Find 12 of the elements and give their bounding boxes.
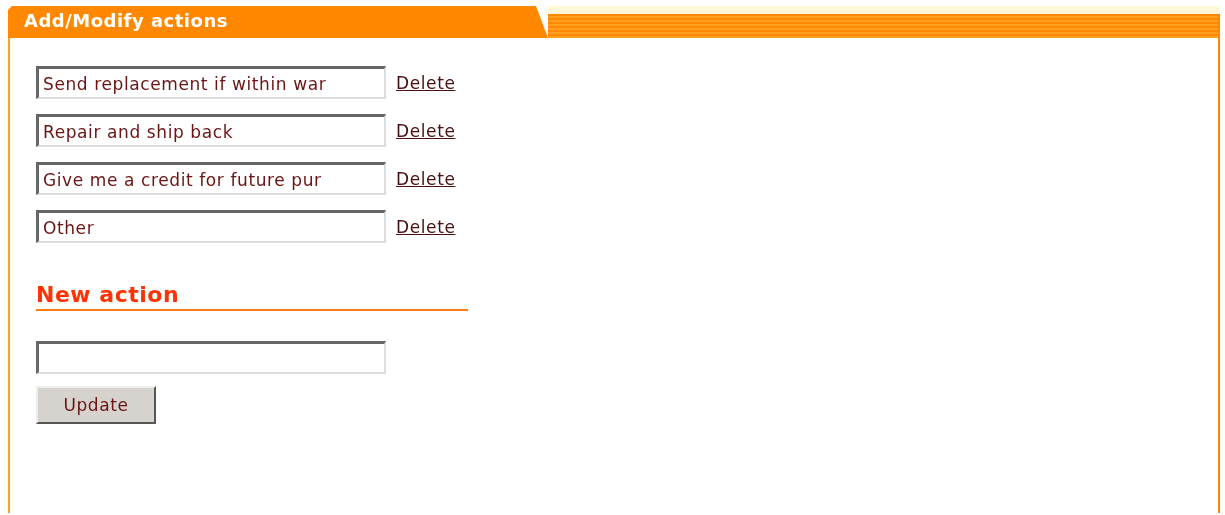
update-button[interactable]: Update <box>36 386 156 424</box>
input-field[interactable]: Repair and ship back <box>36 114 386 147</box>
section-heading: New action <box>36 281 468 311</box>
delete-link[interactable]: Delete <box>396 216 456 237</box>
input-field[interactable] <box>36 341 386 374</box>
delete-link[interactable]: Delete <box>396 168 456 189</box>
delete-link[interactable]: Delete <box>396 72 456 93</box>
input-field[interactable]: Other <box>36 210 386 243</box>
input-field[interactable]: Send replacement if within war <box>36 66 386 99</box>
panel-title: Add/Modify actions <box>8 6 548 38</box>
delete-link[interactable]: Delete <box>396 120 456 141</box>
input-field[interactable]: Give me a credit for future pur <box>36 162 386 195</box>
